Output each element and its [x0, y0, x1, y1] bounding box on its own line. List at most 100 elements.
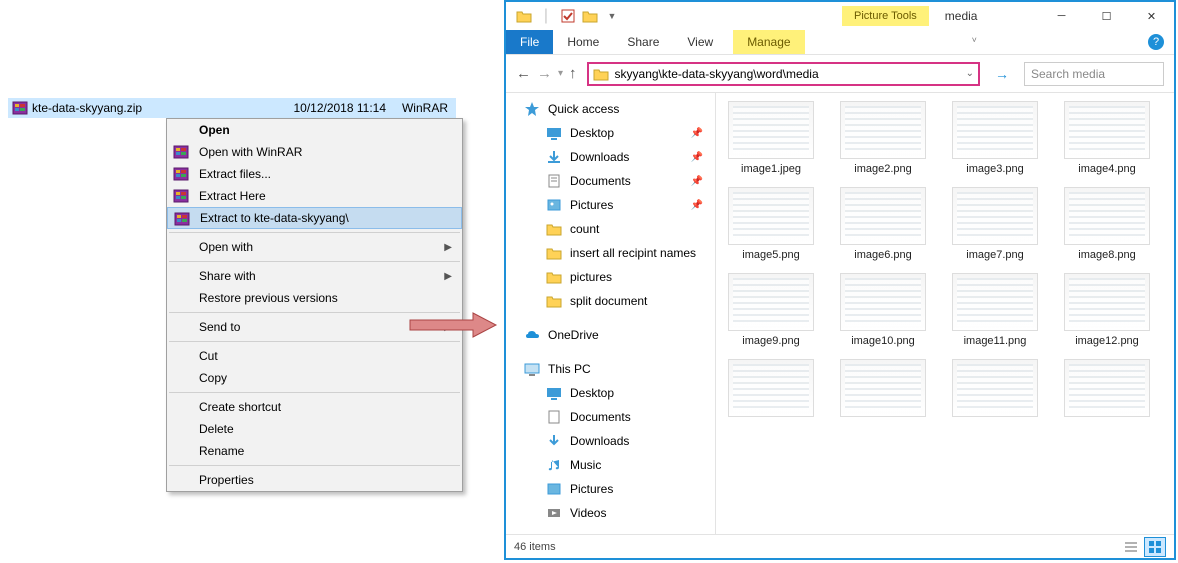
titlebar[interactable]: | ▼ Picture Tools media ─ ☐ ✕	[506, 2, 1174, 30]
nav-pc-music[interactable]: Music	[506, 453, 715, 477]
cm-open[interactable]: Open	[167, 119, 462, 141]
thumbnail-preview	[840, 187, 926, 245]
nav-pc-desktop[interactable]: Desktop	[506, 381, 715, 405]
thumbnail-item[interactable]: image4.png	[1060, 101, 1154, 175]
search-input[interactable]: Search media	[1024, 62, 1164, 86]
thumbnail-item[interactable]	[948, 359, 1042, 417]
tab-home[interactable]: Home	[553, 30, 613, 54]
view-thumbnails-button[interactable]	[1144, 537, 1166, 557]
nav-count[interactable]: count	[506, 217, 715, 241]
nav-pictures-folder[interactable]: pictures	[506, 265, 715, 289]
cm-properties[interactable]: Properties	[167, 469, 462, 491]
nav-insert-recipients[interactable]: insert all recipint names	[506, 241, 715, 265]
folder-icon	[546, 221, 562, 237]
thumbnail-item[interactable]: image11.png	[948, 273, 1042, 347]
nav-documents[interactable]: Documents📌	[506, 169, 715, 193]
pin-icon: 📌	[691, 128, 703, 139]
thumbnail-item[interactable]	[836, 359, 930, 417]
nav-pc-videos[interactable]: Videos	[506, 501, 715, 525]
onedrive-icon	[524, 327, 540, 343]
nav-split-document[interactable]: split document	[506, 289, 715, 313]
contextual-tab-label: Picture Tools	[842, 6, 929, 26]
cm-rename[interactable]: Rename	[167, 440, 462, 462]
help-button[interactable]: ?	[1148, 30, 1164, 54]
thumbnail-label: image7.png	[966, 249, 1024, 261]
folder-icon	[546, 269, 562, 285]
cm-extract-files[interactable]: Extract files...	[167, 163, 462, 185]
address-dropdown-icon[interactable]: ⌄	[966, 68, 974, 79]
nav-quick-access[interactable]: Quick access	[506, 97, 715, 121]
cm-separator	[169, 392, 460, 393]
close-button[interactable]: ✕	[1129, 2, 1174, 30]
cm-share-with[interactable]: Share with▶	[167, 265, 462, 287]
cm-restore-versions[interactable]: Restore previous versions	[167, 287, 462, 309]
pin-icon: 📌	[691, 200, 703, 211]
maximize-button[interactable]: ☐	[1084, 2, 1129, 30]
ribbon-chevron-icon[interactable]: ⱽ	[972, 30, 976, 54]
star-icon	[524, 101, 540, 117]
file-app: WinRAR	[402, 101, 448, 115]
thumbnail-item[interactable]: image10.png	[836, 273, 930, 347]
content-pane[interactable]: image1.jpegimage2.png image3.png image4.pn…	[716, 93, 1174, 534]
tab-file[interactable]: File	[506, 30, 553, 54]
thumbnail-item[interactable]: image9.png	[724, 273, 818, 347]
file-item-selected[interactable]: kte-data-skyyang.zip 10/12/2018 11:14 Wi…	[8, 98, 456, 118]
desktop-icon	[546, 385, 562, 401]
thumbnail-item[interactable]: image12.png	[1060, 273, 1154, 347]
file-name: kte-data-skyyang.zip	[32, 101, 142, 115]
view-details-button[interactable]	[1120, 537, 1142, 557]
thumbnail-item[interactable]: image2.png	[836, 101, 930, 175]
cm-create-shortcut[interactable]: Create shortcut	[167, 396, 462, 418]
tab-manage[interactable]: Manage	[733, 30, 804, 54]
nav-desktop[interactable]: Desktop📌	[506, 121, 715, 145]
tab-share[interactable]: Share	[613, 30, 673, 54]
cm-copy[interactable]: Copy	[167, 367, 462, 389]
thumbnail-preview	[1064, 359, 1150, 417]
nav-pc-documents[interactable]: Documents	[506, 405, 715, 429]
music-icon	[546, 457, 562, 473]
nav-back-button[interactable]: ←	[516, 65, 531, 82]
qat-properties-icon[interactable]	[558, 6, 578, 26]
instruction-arrow-icon	[408, 310, 498, 340]
thumbnail-preview	[728, 187, 814, 245]
qat-dropdown-icon[interactable]: ▼	[602, 6, 622, 26]
qat-folder-icon[interactable]	[514, 6, 534, 26]
nav-pictures[interactable]: Pictures📌	[506, 193, 715, 217]
cm-cut[interactable]: Cut	[167, 345, 462, 367]
nav-pc-downloads[interactable]: Downloads	[506, 429, 715, 453]
thumbnail-label: image3.png	[966, 163, 1024, 175]
thumbnail-item[interactable]: image8.png	[1060, 187, 1154, 261]
thumbnail-item[interactable]: image6.png	[836, 187, 930, 261]
nav-onedrive[interactable]: OneDrive	[506, 323, 715, 347]
cm-open-winrar[interactable]: Open with WinRAR	[167, 141, 462, 163]
thumbnail-preview	[952, 187, 1038, 245]
cm-open-with[interactable]: Open with▶	[167, 236, 462, 258]
minimize-button[interactable]: ─	[1039, 2, 1084, 30]
thumbnail-preview	[1064, 101, 1150, 159]
cm-extract-to-folder[interactable]: Extract to kte-data-skyyang\	[167, 207, 462, 229]
thumbnail-item[interactable]	[724, 359, 818, 417]
nav-up-button[interactable]: ↑	[569, 65, 577, 82]
nav-this-pc[interactable]: This PC	[506, 357, 715, 381]
cm-separator	[169, 341, 460, 342]
tab-view[interactable]: View	[673, 30, 727, 54]
refresh-button[interactable]: →	[990, 62, 1014, 86]
nav-recent-dropdown[interactable]: ▾	[558, 68, 563, 79]
thumbnail-item[interactable]: image3.png	[948, 101, 1042, 175]
thumbnail-preview	[728, 101, 814, 159]
thumbnail-item[interactable]: image7.png	[948, 187, 1042, 261]
cm-extract-here[interactable]: Extract Here	[167, 185, 462, 207]
thumbnail-item[interactable]	[1060, 359, 1154, 417]
nav-forward-button[interactable]: →	[537, 65, 552, 82]
thumbnail-item[interactable]: image1.jpeg	[724, 101, 818, 175]
thumbnail-item[interactable]: image5.png	[724, 187, 818, 261]
address-input[interactable]: skyyang\kte-data-skyyang\word\media ⌄	[587, 62, 980, 86]
navigation-pane[interactable]: Quick access Desktop📌 Downloads📌 Documen…	[506, 93, 716, 534]
submenu-arrow-icon: ▶	[444, 271, 452, 282]
qat-newfolder-icon[interactable]	[580, 6, 600, 26]
cm-separator	[169, 465, 460, 466]
documents-icon	[546, 409, 562, 425]
nav-pc-pictures[interactable]: Pictures	[506, 477, 715, 501]
cm-delete[interactable]: Delete	[167, 418, 462, 440]
nav-downloads[interactable]: Downloads📌	[506, 145, 715, 169]
